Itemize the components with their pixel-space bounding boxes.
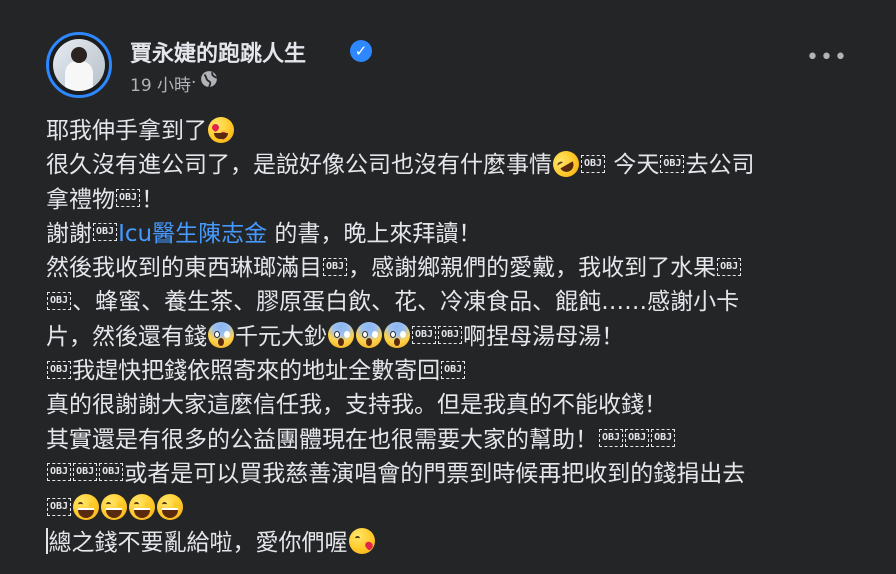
post-text: 去公司 [685,152,755,179]
meta-separator: · [191,73,197,93]
obj-placeholder-icon: OBJ [438,326,463,345]
post-text: 啊捏母湯母湯！ [463,323,625,350]
post-text: 片，然後還有錢 [46,323,207,350]
post-text: 耶我伸手拿到了 [46,118,207,144]
post-line: OBJ 、蜂蜜、養生茶、膠原蛋白飲、花、冷凍食品、餛飩……感謝小卡 [46,285,876,319]
obj-placeholder-icon: OBJ [441,360,466,379]
obj-placeholder-icon: OBJ [651,429,676,448]
post-text: 謝謝 [46,220,92,247]
text-cursor [46,528,48,555]
scream-emoji-icon [356,322,382,349]
obj-placeholder-icon: OBJ [47,463,72,482]
post-line: 真的很謝謝大家這麼信任我，支持我。但是我真的不能收錢！ [46,388,876,422]
obj-placeholder-icon: OBJ [660,154,685,173]
laughing-emoji-icon [157,493,184,520]
kiss-emoji-icon [348,528,375,555]
post-line: OBJ [46,491,876,525]
post-text: 總之錢不要亂給啦，愛你們喔 [48,529,348,556]
post-line: 耶我伸手拿到了 [46,114,876,148]
post-text: ！ [141,186,165,213]
obj-placeholder-icon: OBJ [47,291,72,310]
avatar-photo [53,39,105,91]
obj-placeholder-icon: OBJ [116,189,141,208]
post-line: 拿禮物 OBJ！ [46,183,876,217]
post-text: 的書，晚上來拜讀！ [267,220,482,247]
laughing-emoji-icon [73,493,100,520]
mention-link[interactable]: Icu醫生陳志金 [118,221,267,247]
post-text: 然後我收到的東西琳瑯滿目 [46,255,322,282]
post-header: 賈永婕的跑跳人生 ✓ 19 小時 · ••• [46,32,876,102]
more-options-button[interactable]: ••• [806,44,847,80]
obj-placeholder-icon: OBJ [625,429,650,448]
post-line: OBJ 我趕快把錢依照寄來的地址全數寄回 OBJ [46,354,876,388]
scream-emoji-icon [208,322,234,349]
post-text: 今天 [606,152,660,179]
obj-placeholder-icon: OBJ [73,463,98,482]
obj-placeholder-icon: OBJ [47,497,72,516]
post-line: 謝謝 OBJ Icu醫生陳志金 的書，晚上來拜讀！ [46,217,876,251]
obj-placeholder-icon: OBJ [412,326,437,345]
post-text: 很久沒有進公司了，是說好像公司也沒有什麼事情 [46,152,552,179]
obj-placeholder-icon: OBJ [93,223,118,242]
scream-emoji-icon [328,322,354,349]
post-line: 很久沒有進公司了，是說好像公司也沒有什麼事情 OBJ 今天 OBJ 去公司 [46,146,876,182]
avatar[interactable] [46,32,112,98]
post-text: 、蜂蜜、養生茶、膠原蛋白飲、花、冷凍食品、餛飩……感謝小卡 [72,289,740,316]
post-text: 拿禮物 [46,186,115,213]
post-timestamp[interactable]: 19 小時 [130,71,191,96]
obj-placeholder-icon: OBJ [599,429,624,448]
post-text: 或者是可以買我慈善演唱會的門票到時候再把收到的錢捐出去 [124,460,746,487]
post-text: 千元大鈔 [235,323,327,350]
post-line: 其實還是有很多的公益團體現在也很需要大家的幫助！ OBJ OBJ OBJ [46,423,876,457]
post-line: 片，然後還有錢 千元大鈔 OBJ OBJ 啊捏母湯母湯！ [46,320,876,354]
post-text: 真的很謝謝大家這麼信任我，支持我。但是我真的不能收錢！ [46,392,667,419]
post-body: 耶我伸手拿到了 很久沒有進公司了，是說好像公司也沒有什麼事情 OBJ 今天 OBJ 去… [46,114,876,560]
obj-placeholder-icon: OBJ [99,463,124,482]
post-text: ，感謝鄉親們的愛戴，我收到了水果 [348,255,717,282]
obj-placeholder-icon: OBJ [581,154,606,173]
author-name[interactable]: 賈永婕的跑跳人生 [130,36,306,68]
post-text: 其實還是有很多的公益團體現在也很需要大家的幫助！ [46,426,598,453]
post-line: OBJ OBJ OBJ 或者是可以買我慈善演唱會的門票到時候再把收到的錢捐出去 [46,457,876,491]
laughing-emoji-icon [101,493,128,520]
verified-badge-icon: ✓ [350,40,372,62]
obj-placeholder-icon: OBJ [47,360,72,379]
heart-eyes-emoji-icon [208,116,234,143]
laughing-emoji-icon [129,493,156,520]
post-line: 然後我收到的東西琳瑯滿目 OBJ ，感謝鄉親們的愛戴，我收到了水果 OBJ [46,251,876,285]
post-text: 我趕快把錢依照寄來的地址全數寄回 [72,358,441,385]
globe-icon [201,71,218,88]
post-line: 總之錢不要亂給啦，愛你們喔 [46,526,876,560]
obj-placeholder-icon: OBJ [717,257,742,276]
obj-placeholder-icon: OBJ [323,257,348,276]
rofl-emoji-icon [548,146,584,182]
scream-emoji-icon [384,322,410,349]
post-meta: 19 小時 · [130,70,218,96]
